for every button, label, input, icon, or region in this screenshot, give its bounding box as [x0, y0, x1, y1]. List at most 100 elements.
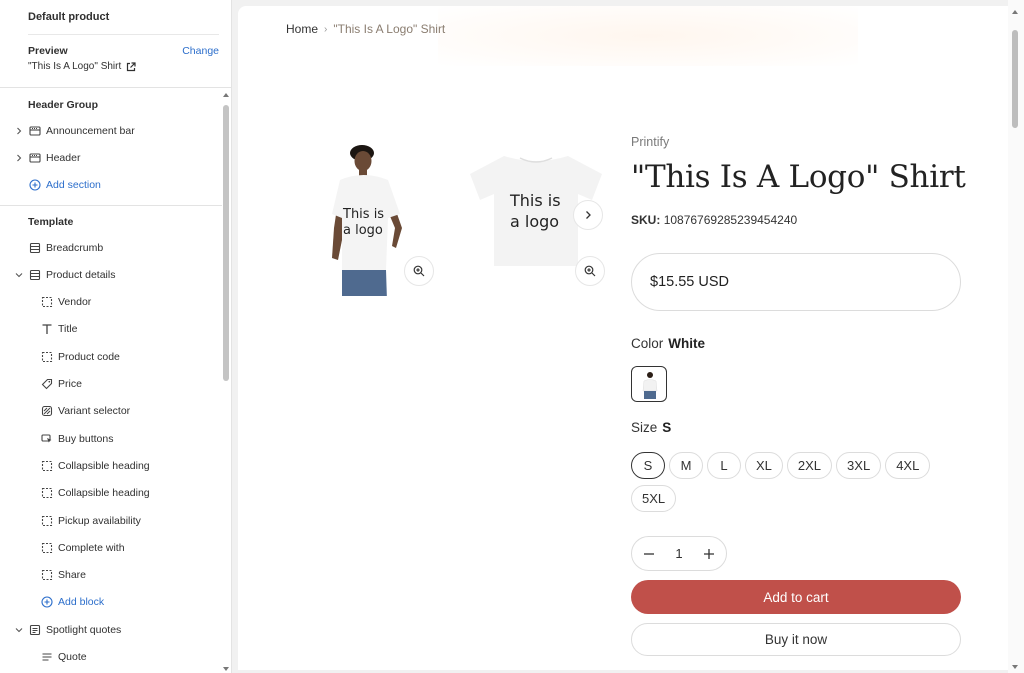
size-option-xl[interactable]: XL: [745, 452, 783, 479]
shirt-print-line2: a logo: [343, 223, 383, 238]
block-label: Collapsible heading: [58, 459, 150, 472]
block-pickup-availability[interactable]: Pickup availability: [0, 507, 222, 534]
price-tag-icon: [41, 378, 53, 390]
editor-sidebar: Default product Preview Change "This Is …: [0, 0, 232, 673]
block-icon: [41, 297, 53, 308]
minus-icon: [644, 552, 654, 555]
size-option-5xl[interactable]: 5XL: [631, 485, 677, 512]
block-icon: [41, 460, 53, 471]
storefront-preview: Home › "This Is A Logo" Shirt This is a …: [238, 6, 1008, 670]
scroll-down-arrow-icon[interactable]: [223, 667, 229, 671]
block-icon: [41, 488, 53, 499]
scroll-up-arrow-icon[interactable]: [1012, 10, 1018, 14]
breadcrumb-home-link[interactable]: Home: [286, 22, 318, 36]
block-icon: [41, 351, 53, 362]
quantity-decrease-button[interactable]: [641, 546, 657, 562]
text-icon: [42, 324, 52, 335]
flat-print-line1: This is: [509, 191, 561, 210]
tree-item-label: Spotlight quotes: [46, 623, 122, 636]
tree-item-announcement-bar[interactable]: Announcement bar: [0, 117, 222, 144]
block-label: Pickup availability: [58, 514, 141, 527]
chevron-down-icon[interactable]: [15, 626, 23, 634]
swatch-thumbnail: [642, 372, 658, 399]
tree-item-header[interactable]: Header: [0, 144, 222, 171]
tree-item-product-details[interactable]: Product details: [0, 261, 222, 288]
block-buy-buttons[interactable]: Buy buttons: [0, 425, 222, 452]
plus-icon: [703, 548, 714, 559]
preview-scrollbar[interactable]: [1008, 0, 1024, 673]
add-block-button[interactable]: Add block: [0, 589, 222, 616]
block-label: Title: [58, 323, 78, 336]
breadcrumb-chevron-icon: ›: [324, 23, 328, 35]
size-option-s[interactable]: S: [631, 452, 665, 479]
color-label: Color: [631, 336, 664, 351]
block-label: Vendor: [58, 296, 92, 309]
color-swatch-white[interactable]: [631, 366, 667, 402]
zoom-in-icon: [584, 265, 596, 277]
size-option-4xl[interactable]: 4XL: [885, 452, 931, 479]
tree-item-breadcrumb[interactable]: Breadcrumb: [0, 234, 222, 261]
header-group-heading: Header Group: [28, 99, 99, 111]
product-vendor: Printify: [631, 135, 670, 149]
scroll-up-arrow-icon[interactable]: [223, 93, 229, 97]
preview-product[interactable]: "This Is A Logo" Shirt: [28, 61, 219, 72]
tree-item-label: Breadcrumb: [46, 241, 104, 254]
add-to-cart-button[interactable]: Add to cart: [631, 580, 961, 614]
block-title[interactable]: Title: [0, 316, 222, 343]
size-option-3xl[interactable]: 3XL: [836, 452, 882, 479]
scroll-down-arrow-icon[interactable]: [1012, 665, 1018, 669]
external-link-icon[interactable]: [126, 61, 136, 72]
background-glow: [438, 6, 858, 66]
size-option-2xl[interactable]: 2XL: [786, 452, 833, 479]
color-option-label: Color White: [631, 336, 705, 351]
shirt-print-line1: This is: [342, 207, 384, 222]
add-section-button[interactable]: Add section: [0, 172, 222, 199]
zoom-button[interactable]: [575, 256, 605, 286]
template-title[interactable]: Default product: [28, 11, 219, 35]
product-price: $15.55 USD: [631, 253, 961, 311]
zoom-in-icon: [413, 265, 425, 277]
preview-scroll-thumb[interactable]: [1012, 30, 1018, 128]
block-quote[interactable]: Quote: [0, 643, 222, 670]
plus-circle-icon: [29, 179, 41, 191]
theme-editor: Default product Preview Change "This Is …: [0, 0, 1024, 673]
block-collapsible-heading[interactable]: Collapsible heading: [0, 452, 222, 479]
block-price[interactable]: Price: [0, 370, 222, 397]
tree-item-label: Header: [46, 151, 81, 164]
sidebar-scroll-thumb[interactable]: [223, 105, 229, 381]
buy-it-now-button[interactable]: Buy it now: [631, 623, 961, 656]
price-value: $15.55 USD: [650, 274, 729, 290]
chevron-down-icon[interactable]: [15, 271, 23, 279]
text-lines-icon: [42, 653, 52, 661]
block-icon: [41, 542, 53, 553]
chevron-right-icon[interactable]: [15, 154, 23, 162]
sku-label: SKU:: [631, 213, 661, 227]
change-preview-link[interactable]: Change: [182, 45, 219, 57]
block-label: Price: [58, 378, 82, 391]
block-icon: [41, 570, 53, 581]
size-option-m[interactable]: M: [669, 452, 703, 479]
block-share[interactable]: Share: [0, 561, 222, 588]
tree-item-spotlight-quotes[interactable]: Spotlight quotes: [0, 616, 222, 643]
chevron-right-icon[interactable]: [15, 127, 23, 135]
flat-print-line2: a logo: [510, 212, 559, 231]
block-product-code[interactable]: Product code: [0, 343, 222, 370]
block-label: Share: [58, 569, 87, 582]
preview-product-name: "This Is A Logo" Shirt: [28, 61, 122, 72]
sidebar-scrollbar[interactable]: [222, 89, 231, 673]
block-label: Buy buttons: [58, 432, 114, 445]
block-complete-with[interactable]: Complete with: [0, 534, 222, 561]
quantity-value[interactable]: 1: [675, 546, 682, 561]
product-title: "This Is A Logo" Shirt: [631, 159, 966, 195]
size-option-l[interactable]: L: [707, 452, 741, 479]
block-icon: [41, 515, 53, 526]
block-vendor[interactable]: Vendor: [0, 288, 222, 315]
section-icon: [29, 126, 41, 136]
section-icon: [29, 269, 41, 280]
zoom-button[interactable]: [404, 256, 434, 286]
block-variant-selector[interactable]: Variant selector: [0, 398, 222, 425]
block-collapsible-heading[interactable]: Collapsible heading: [0, 480, 222, 507]
breadcrumb-current: "This Is A Logo" Shirt: [333, 22, 446, 36]
quantity-increase-button[interactable]: [701, 546, 717, 562]
gallery-next-button[interactable]: [573, 200, 603, 230]
